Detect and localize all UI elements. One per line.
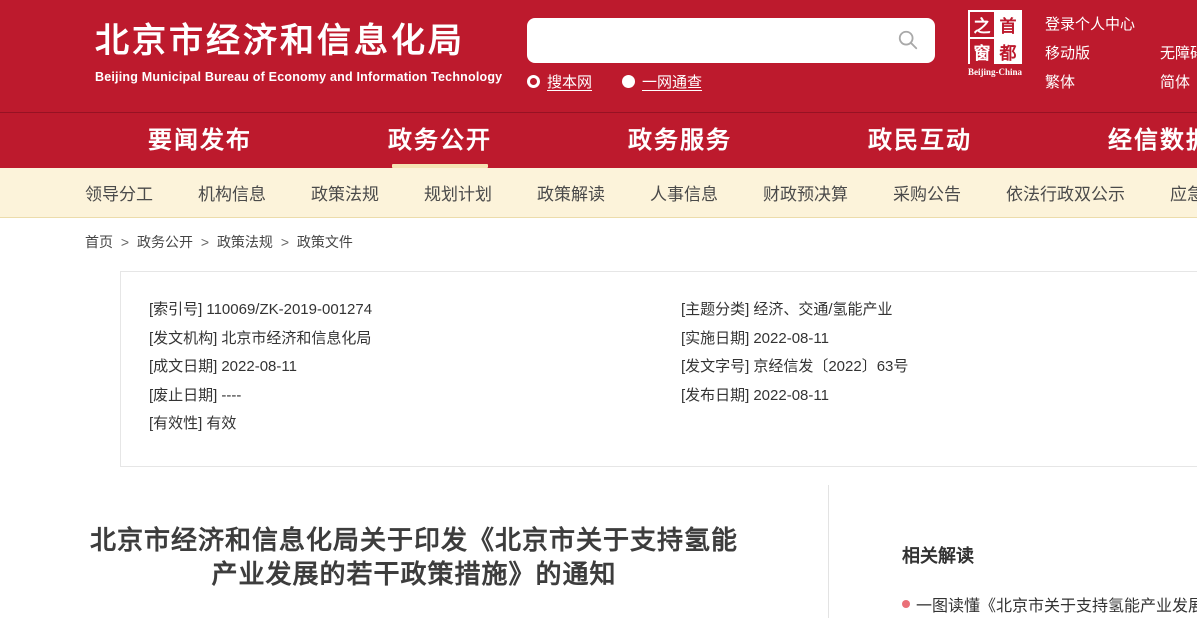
- article-main: 北京市经济和信息化局关于印发《北京市关于支持氢能产业发展的若干政策措施》的通知: [0, 485, 828, 618]
- search-scope-label: 一网通查: [642, 71, 702, 92]
- meta-value: 110069/ZK-2019-001274: [206, 301, 372, 318]
- search-scope-option[interactable]: 一网通查: [622, 71, 702, 92]
- meta-label: [发布日期]: [681, 387, 749, 404]
- document-title-line: 产业发展的若干政策措施》的通知: [54, 557, 774, 591]
- main-nav: 要闻发布政务公开政务服务政民互动经信数据: [0, 112, 1197, 168]
- meta-label: [实施日期]: [681, 330, 749, 347]
- breadcrumb-item[interactable]: 首页: [85, 234, 113, 250]
- brand: 北京市经济和信息化局 Beijing Municipal Bureau of E…: [95, 13, 502, 84]
- subnav-item[interactable]: 规划计划: [424, 180, 492, 205]
- meta-row: [有效性]有效: [149, 410, 372, 439]
- meta-label: [有效性]: [149, 415, 202, 432]
- breadcrumb-separator: >: [277, 234, 293, 250]
- meta-row: [废止日期]----: [149, 382, 372, 411]
- radio-icon[interactable]: [527, 75, 540, 88]
- subnav-item[interactable]: 依法行政双公示: [1006, 180, 1125, 205]
- site-header: 北京市经济和信息化局 Beijing Municipal Bureau of E…: [0, 0, 1197, 112]
- meta-row: [索引号]110069/ZK-2019-001274: [149, 296, 372, 325]
- related-reading-sidebar: 相关解读 一图读懂《北京市关于支持氢能产业发展的若干政策措施》: [828, 485, 1197, 618]
- capital-window-grid: 之 首 窗 都: [968, 10, 1022, 64]
- meta-value: 2022-08-11: [753, 330, 829, 347]
- doc-meta-left-column: [索引号]110069/ZK-2019-001274[发文机构]北京市经济和信息…: [149, 296, 372, 439]
- sub-nav: 领导分工 机构信息 政策法规 规划计划 政策解读 人事信息 财政预决算 采购公告 依法行政双公示…: [0, 168, 1197, 218]
- related-link-item: 一图读懂《北京市关于支持氢能产业发展的若干政策措施》: [902, 592, 1197, 616]
- meta-label: [主题分类]: [681, 301, 749, 318]
- nav-item[interactable]: 政民互动: [800, 113, 1040, 168]
- nav-item[interactable]: 政务公开: [320, 113, 560, 168]
- logo-char: 都: [996, 39, 1020, 64]
- nav-item[interactable]: 要闻发布: [80, 113, 320, 168]
- related-links-list: 一图读懂《北京市关于支持氢能产业发展的若干政策措施》: [902, 592, 1197, 616]
- search-input[interactable]: [527, 18, 935, 63]
- subnav-item[interactable]: 采购公告: [893, 180, 961, 205]
- content-area: 北京市经济和信息化局关于印发《北京市关于支持氢能产业发展的若干政策措施》的通知 …: [0, 485, 1197, 618]
- breadcrumb-item[interactable]: 政务公开: [137, 234, 193, 250]
- search-scope-label: 搜本网: [547, 71, 592, 92]
- breadcrumb: 首页 > 政务公开 > 政策法规 > 政策文件: [85, 232, 1197, 252]
- search-box[interactable]: [527, 18, 935, 63]
- nav-item[interactable]: 经信数据: [1040, 113, 1197, 168]
- meta-label: [成文日期]: [149, 358, 217, 375]
- meta-row: [实施日期]2022-08-11: [681, 325, 908, 354]
- breadcrumb-separator: >: [117, 234, 133, 250]
- subnav-item[interactable]: 领导分工: [85, 180, 153, 205]
- search-scope-options: 搜本网 一网通查: [527, 71, 935, 92]
- mobile-version-link[interactable]: 移动版: [1045, 42, 1160, 63]
- meta-label: [发文字号]: [681, 358, 749, 375]
- meta-value: 北京市经济和信息化局: [221, 330, 371, 347]
- subnav-item[interactable]: 财政预决算: [763, 180, 848, 205]
- quick-links: 登录个人中心 移动版 无障碍 繁体 简体: [1045, 13, 1197, 92]
- meta-row: [发布日期]2022-08-11: [681, 382, 908, 411]
- meta-row: [成文日期]2022-08-11: [149, 353, 372, 382]
- breadcrumb-separator: >: [197, 234, 213, 250]
- doc-meta-right-column: [主题分类]经济、交通/氢能产业[实施日期]2022-08-11[发文字号]京经…: [681, 296, 908, 410]
- meta-row: [发文字号]京经信发〔2022〕63号: [681, 353, 908, 382]
- meta-value: 京经信发〔2022〕63号: [753, 358, 908, 375]
- breadcrumb-item[interactable]: 政策法规: [217, 234, 273, 250]
- subnav-item[interactable]: 政策解读: [537, 180, 605, 205]
- subnav-item[interactable]: 人事信息: [650, 180, 718, 205]
- logo-caption: Beijing-China: [968, 67, 1022, 77]
- meta-label: [索引号]: [149, 301, 202, 318]
- meta-value: 有效: [206, 415, 236, 432]
- capital-window-logo[interactable]: 之 首 窗 都 Beijing-China: [968, 10, 1022, 77]
- document-title-line: 北京市经济和信息化局关于印发《北京市关于支持氢能: [54, 523, 774, 557]
- related-link[interactable]: 一图读懂《北京市关于支持氢能产业发展的若干政策措施》: [916, 592, 1197, 616]
- nav-item[interactable]: 政务服务: [560, 113, 800, 168]
- site-subtitle: Beijing Municipal Bureau of Economy and …: [95, 70, 502, 84]
- breadcrumb-item: 政策文件: [297, 234, 353, 250]
- search-scope-option[interactable]: 搜本网: [527, 71, 592, 92]
- traditional-chinese-link[interactable]: 繁体: [1045, 71, 1160, 92]
- simplified-chinese-link[interactable]: 简体: [1160, 71, 1197, 92]
- subnav-item[interactable]: 政策法规: [311, 180, 379, 205]
- logo-char: 之: [970, 12, 994, 37]
- doc-meta-box: [索引号]110069/ZK-2019-001274[发文机构]北京市经济和信息…: [120, 271, 1197, 467]
- login-link[interactable]: 登录个人中心: [1045, 13, 1197, 34]
- related-reading-heading: 相关解读: [902, 542, 1197, 568]
- meta-value: ----: [221, 387, 241, 404]
- logo-char: 窗: [970, 39, 994, 64]
- meta-value: 经济、交通/氢能产业: [753, 301, 892, 318]
- document-title: 北京市经济和信息化局关于印发《北京市关于支持氢能产业发展的若干政策措施》的通知: [54, 523, 774, 591]
- subnav-item[interactable]: 应急管理: [1170, 180, 1197, 205]
- subnav-item[interactable]: 机构信息: [198, 180, 266, 205]
- logo-char: 首: [996, 12, 1020, 37]
- site-title: 北京市经济和信息化局: [95, 13, 502, 62]
- search-icon[interactable]: [897, 29, 919, 51]
- radio-icon[interactable]: [622, 75, 635, 88]
- meta-value: 2022-08-11: [221, 358, 297, 375]
- bullet-dot-icon: [902, 600, 910, 608]
- meta-row: [发文机构]北京市经济和信息化局: [149, 325, 372, 354]
- search-area: 搜本网 一网通查: [527, 18, 935, 92]
- accessibility-link[interactable]: 无障碍: [1160, 42, 1197, 63]
- meta-label: [发文机构]: [149, 330, 217, 347]
- meta-label: [废止日期]: [149, 387, 217, 404]
- meta-row: [主题分类]经济、交通/氢能产业: [681, 296, 908, 325]
- meta-value: 2022-08-11: [753, 387, 829, 404]
